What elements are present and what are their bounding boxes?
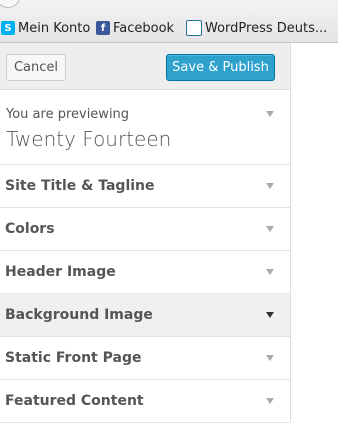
section-background-image[interactable]: Background Image bbox=[0, 294, 290, 337]
facebook-icon: f bbox=[96, 21, 110, 35]
chevron-down-icon bbox=[266, 398, 274, 404]
chevron-down-icon bbox=[266, 111, 274, 117]
bookmark-label: WordPress Deuts... bbox=[205, 20, 328, 36]
bookmark-facebook[interactable]: f Facebook bbox=[96, 19, 174, 37]
section-site-title[interactable]: Site Title & Tagline bbox=[0, 165, 290, 208]
chevron-down-icon bbox=[266, 355, 274, 361]
customizer-panel: Cancel Save & Publish You are previewing… bbox=[0, 43, 291, 423]
section-header-image[interactable]: Header Image bbox=[0, 251, 290, 294]
section-title: Background Image bbox=[5, 307, 153, 323]
theme-name: Twenty Fourteen bbox=[6, 127, 172, 151]
section-title: Site Title & Tagline bbox=[5, 178, 155, 194]
site-preview[interactable] bbox=[291, 43, 338, 423]
chevron-down-icon bbox=[266, 183, 274, 189]
section-title: Header Image bbox=[5, 264, 116, 280]
section-featured-content[interactable]: Featured Content bbox=[0, 380, 290, 423]
bookmark-label: Facebook bbox=[113, 20, 175, 36]
section-static-front-page[interactable]: Static Front Page bbox=[0, 337, 290, 380]
bookmark-label: Mein Konto bbox=[18, 20, 91, 36]
bookmarks-bar: S Mein Konto f Facebook W WordPress Deut… bbox=[0, 0, 338, 43]
browser-tab-edge bbox=[0, 0, 20, 8]
section-title: Static Front Page bbox=[5, 350, 142, 366]
skype-icon: S bbox=[1, 21, 15, 35]
previewing-label: You are previewing bbox=[6, 107, 130, 122]
section-title: Colors bbox=[5, 221, 55, 237]
section-colors[interactable]: Colors bbox=[0, 208, 290, 251]
chevron-down-icon bbox=[266, 269, 274, 275]
theme-info[interactable]: You are previewing Twenty Fourteen bbox=[0, 90, 290, 165]
section-title: Featured Content bbox=[5, 393, 144, 409]
bookmark-mein-konto[interactable]: S Mein Konto bbox=[1, 19, 90, 37]
chevron-down-icon bbox=[266, 226, 274, 232]
cancel-button[interactable]: Cancel bbox=[6, 54, 66, 81]
customizer-actions: Cancel Save & Publish bbox=[0, 43, 290, 90]
bookmark-wordpress[interactable]: W WordPress Deuts... bbox=[186, 19, 327, 37]
chevron-down-icon bbox=[266, 312, 274, 318]
save-publish-button[interactable]: Save & Publish bbox=[166, 54, 275, 81]
wordpress-icon: W bbox=[186, 20, 202, 36]
